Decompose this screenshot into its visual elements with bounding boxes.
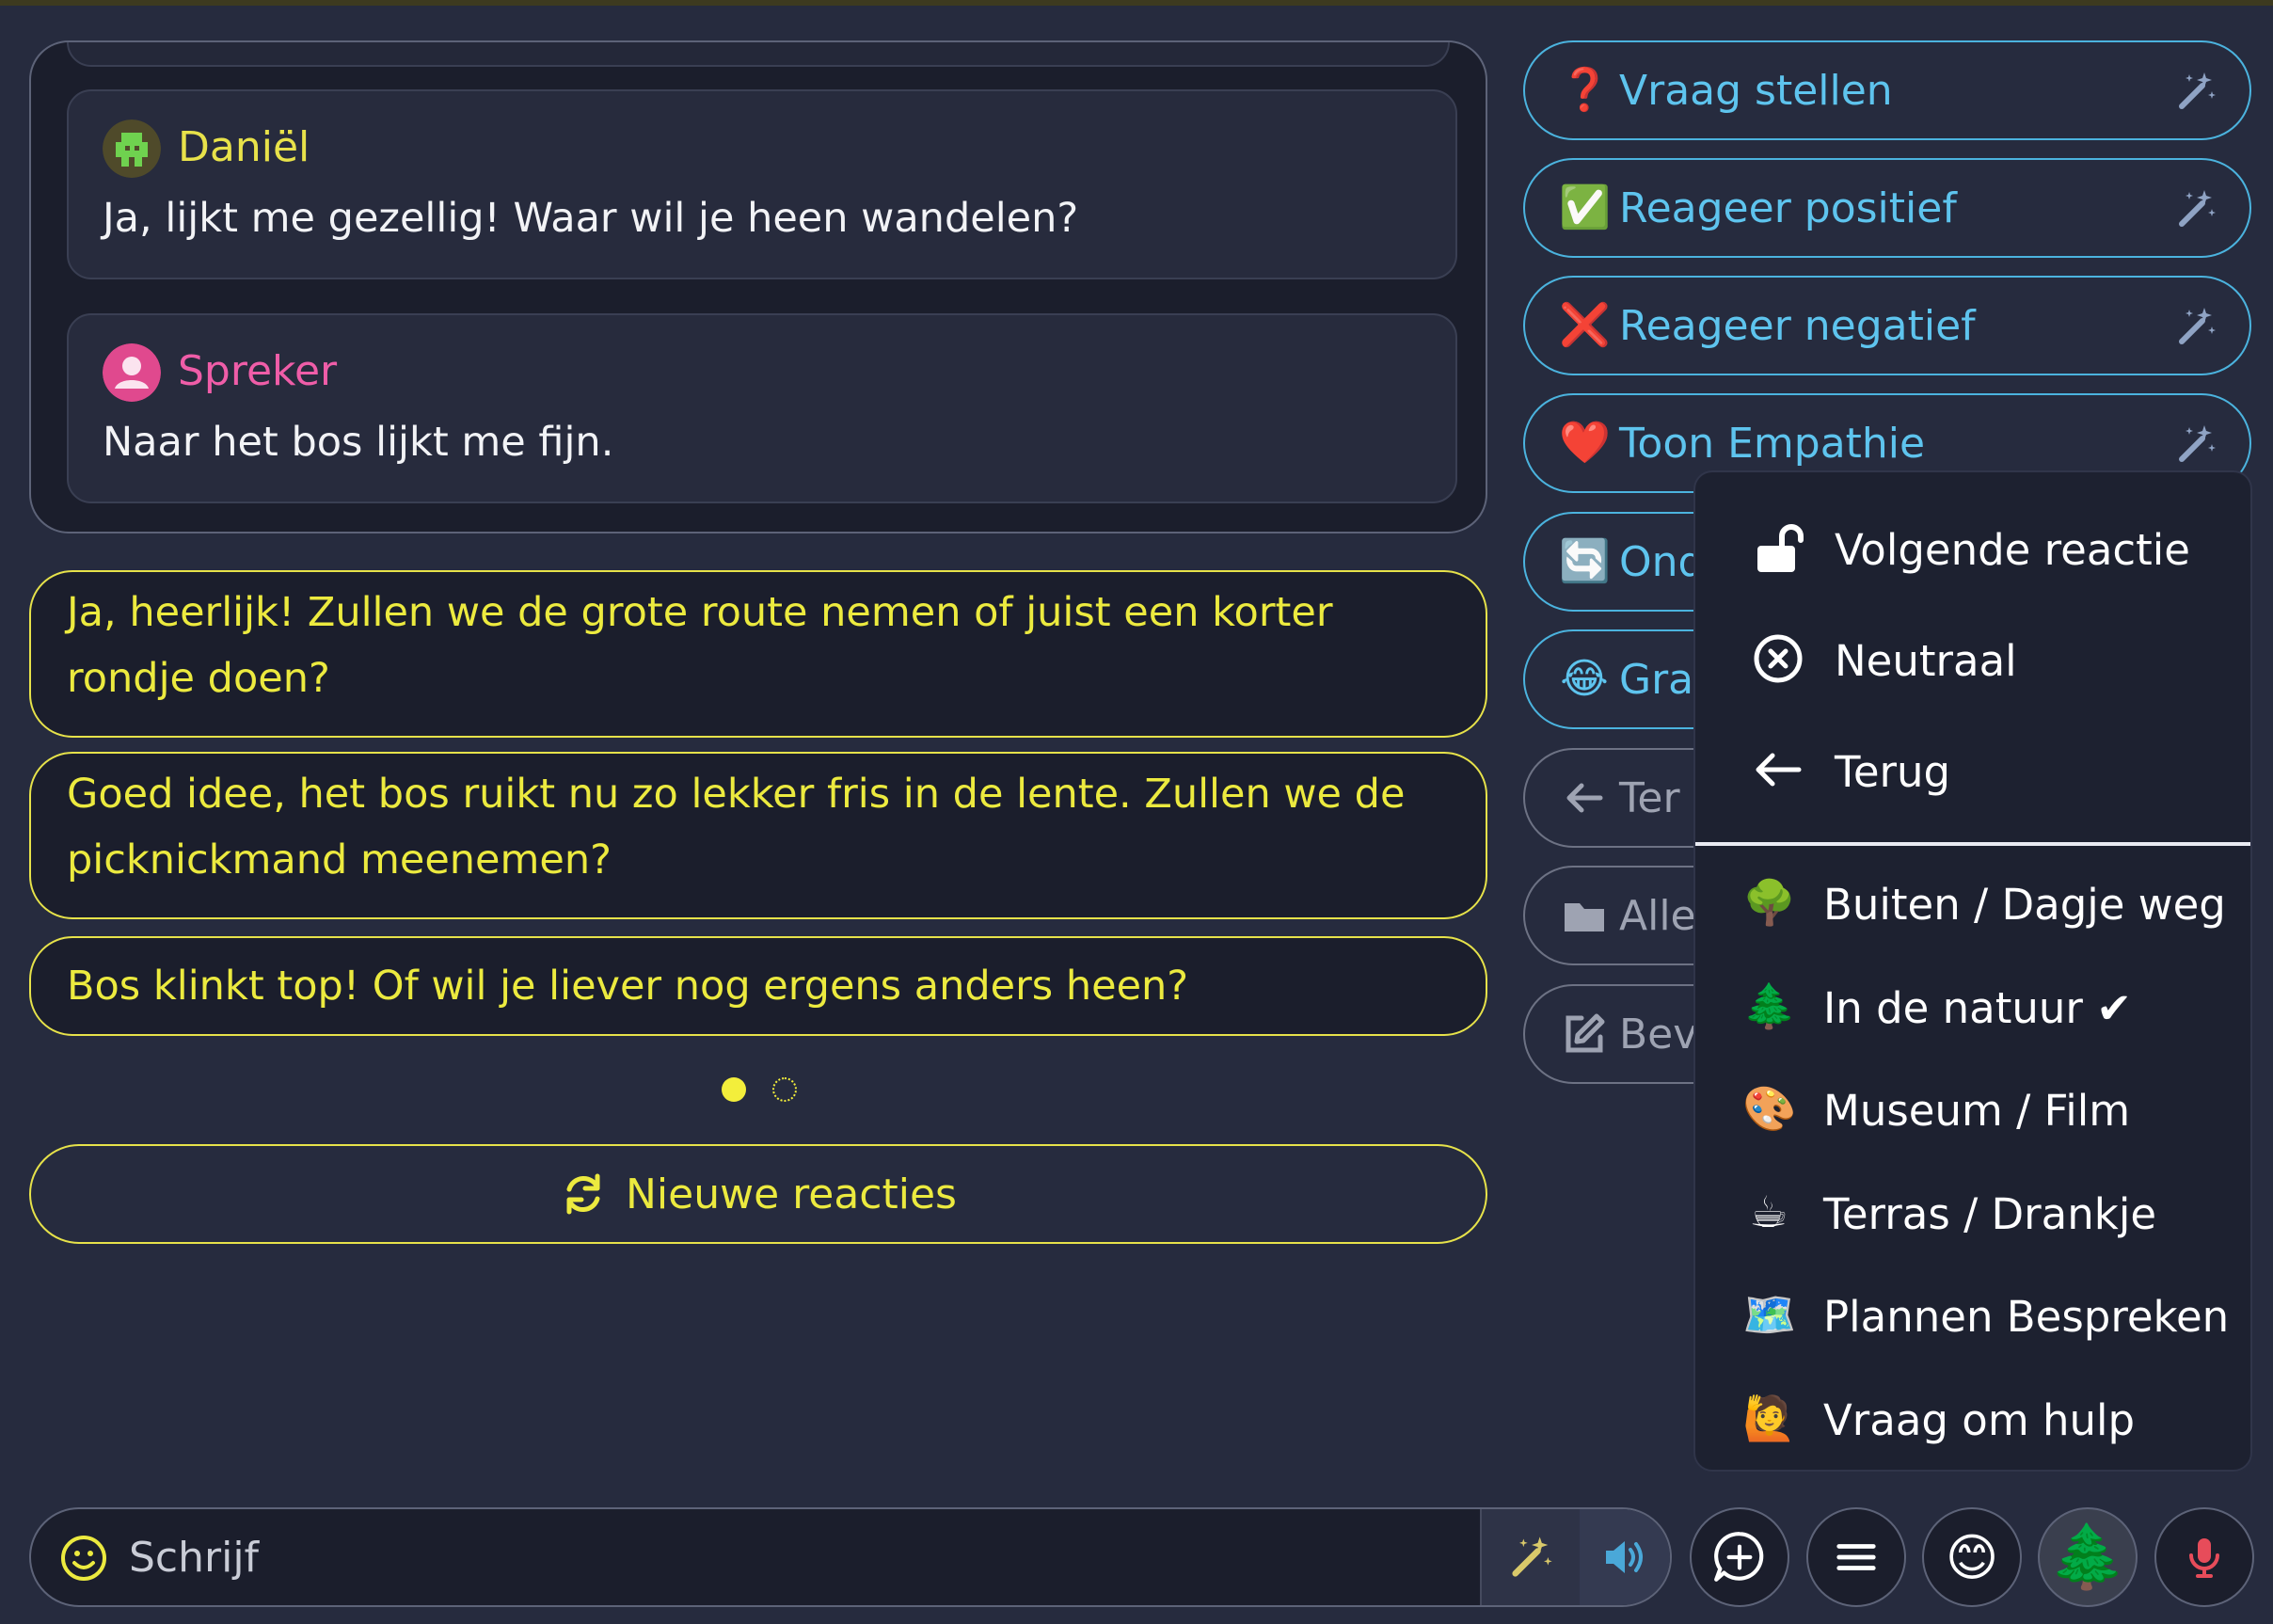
user-avatar-icon [103,343,161,402]
menu-item-label: Plannen Bespreken [1823,1292,2230,1342]
menu-item-label: In de natuur ✔ [1823,983,2132,1033]
evergreen-icon: 🌲 [1742,980,1797,1031]
magic-wand-icon [2179,72,2216,109]
add-phrase-button[interactable] [1690,1507,1789,1607]
message-input-placeholder[interactable]: Schrijf [129,1534,259,1582]
menu-topic-outdoors[interactable]: 🌳 Buiten / Dagje weg [1695,855,2250,949]
magic-compose-button[interactable] [1480,1509,1582,1605]
menu-item-label: Terras / Drankje [1823,1189,2157,1239]
suggestion-1[interactable]: Ja, heerlijk! Zullen we de grote route n… [29,570,1487,738]
menu-item-label: Buiten / Dagje weg [1823,880,2226,930]
speaker-icon [1606,1541,1643,1573]
menu-item-label: Museum / Film [1823,1086,2131,1136]
menu-topic-terrace[interactable]: ☕ Terras / Drankje [1695,1165,2250,1259]
laugh-icon: 😂 [1560,655,1609,703]
message-text: Naar het bos lijkt me fijn. [103,419,614,466]
question-icon: ❓ [1559,66,1611,114]
emoji-button[interactable]: 😊 [1922,1507,2022,1607]
check-icon: ✅ [1559,183,1611,231]
hamburger-icon [1836,1544,1876,1570]
edit-icon [1566,1013,1605,1053]
menu-divider [1695,842,2250,846]
previous-message-edge [67,42,1450,67]
coffee-icon: ☕ [1749,1186,1788,1237]
microphone-icon [2189,1538,2219,1578]
action-label: Alle [1619,892,1696,940]
palette-icon: 🎨 [1742,1083,1797,1134]
magic-wand-icon [2179,190,2216,227]
menu-topic-nature[interactable]: 🌲 In de natuur ✔ [1695,959,2250,1053]
menu-item-label: Neutraal [1835,636,2017,686]
menu-item-label: Vraag om hulp [1823,1395,2136,1445]
action-label: Vraag stellen [1619,67,1893,115]
message-text: Ja, lijkt me gezellig! Waar wil je heen … [103,195,1079,242]
suggestion-2[interactable]: Goed idee, het bos ruikt nu zo lekker fr… [29,752,1487,919]
speak-button[interactable] [1580,1509,1670,1605]
ask-question-button[interactable]: ❓ Vraag stellen [1523,40,2251,140]
message-sender: Spreker [178,347,338,395]
magic-wand-icon [1512,1536,1552,1577]
top-border [0,0,2273,6]
smiling-face-icon: 😊 [1945,1527,1999,1587]
topic-button[interactable]: 🌲 [2038,1507,2138,1607]
menu-button[interactable] [1806,1507,1906,1607]
new-replies-button[interactable]: Nieuwe reacties [29,1144,1487,1244]
react-positive-button[interactable]: ✅ Reageer positief [1523,158,2251,258]
menu-item-back[interactable]: Terug [1695,723,2250,817]
menu-item-neutral[interactable]: Neutraal [1695,612,2250,706]
microphone-button[interactable] [2154,1507,2254,1607]
action-label: Toon Empathie [1619,420,1926,468]
folder-icon [1565,903,1604,931]
refresh-icon [566,1173,600,1215]
tree-icon: 🌳 [1742,877,1797,928]
page-dot-inactive[interactable] [772,1077,797,1102]
action-label: Reageer negatief [1619,302,1976,350]
message-input-box[interactable]: Schrijf [29,1507,1672,1607]
suggestion-3[interactable]: Bos klinkt top! Of wil je liever nog erg… [29,936,1487,1036]
repeat-icon: 🔄 [1559,537,1611,585]
daniel-avatar-icon [103,119,161,178]
unlock-icon [1757,524,1804,572]
action-label: Ter [1619,774,1680,822]
action-label: Ond [1619,538,1705,586]
cross-icon: ❌ [1559,301,1611,349]
heart-icon: ❤️ [1559,419,1611,467]
message-sender: Daniël [178,123,310,171]
chat-plus-icon [1714,1532,1764,1582]
conversation-history: Daniël Ja, lijkt me gezellig! Waar wil j… [29,40,1487,533]
evergreen-icon: 🌲 [2048,1521,2127,1593]
smiley-icon[interactable] [59,1534,108,1583]
circle-x-icon [1754,634,1803,683]
raised-hand-icon: 🙋 [1742,1393,1797,1443]
new-replies-label: Nieuwe reacties [626,1170,957,1218]
message-daniel: Daniël Ja, lijkt me gezellig! Waar wil j… [67,89,1457,279]
arrow-left-icon [1566,783,1603,813]
page-dot-active[interactable] [722,1077,746,1102]
menu-item-label: Volgende reactie [1835,525,2190,575]
magic-wand-icon [2179,425,2216,462]
message-spreker: Spreker Naar het bos lijkt me fijn. [67,313,1457,503]
action-label: Bev [1619,1011,1698,1059]
react-negative-button[interactable]: ❌ Reageer negatief [1523,276,2251,375]
menu-item-label: Terug [1835,747,1951,797]
magic-wand-icon [2179,308,2216,344]
menu-item-next-reply[interactable]: Volgende reactie [1695,501,2250,595]
topic-dropdown-menu: Volgende reactie Neutraal Terug 🌳 Buiten… [1693,470,2252,1472]
menu-topic-plans[interactable]: 🗺️ Plannen Bespreken [1695,1267,2250,1361]
map-icon: 🗺️ [1742,1289,1797,1340]
menu-topic-museum[interactable]: 🎨 Museum / Film [1695,1061,2250,1155]
menu-topic-help[interactable]: 🙋 Vraag om hulp [1695,1371,2250,1465]
action-label: Reageer positief [1619,184,1957,232]
arrow-left-icon [1756,753,1802,787]
